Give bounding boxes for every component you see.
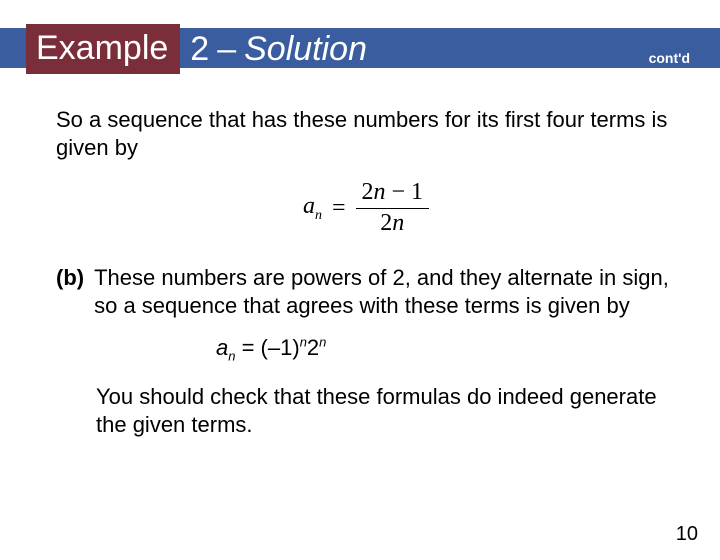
fraction-denominator: 2n: [374, 209, 410, 236]
equals-sign: =: [332, 193, 346, 224]
example-badge: Example: [26, 24, 180, 74]
fraction: 2n − 1 2n: [356, 180, 430, 235]
sup-n-2: n: [319, 335, 326, 350]
slide-body: So a sequence that has these numbers for…: [0, 78, 720, 439]
page-number: 10: [676, 523, 698, 546]
formula-b: an = (–1)n2n: [216, 335, 326, 360]
var-a-b: a: [216, 335, 228, 360]
example-number: 2: [190, 30, 209, 69]
two: 2: [307, 335, 319, 360]
slide-title: Example 2 – Solution: [26, 20, 367, 78]
formula-a: an = 2n − 1 2n: [303, 180, 429, 235]
eq-open: = (: [235, 335, 267, 360]
check-paragraph: You should check that these formulas do …: [56, 383, 676, 439]
neg-one-close: –1): [268, 335, 300, 360]
intro-paragraph: So a sequence that has these numbers for…: [56, 106, 676, 162]
title-dash: –: [217, 30, 236, 69]
contd-label: cont'd: [649, 50, 690, 66]
title-solution: Solution: [244, 30, 367, 69]
sub-n: n: [315, 208, 322, 223]
part-b: (b) These numbers are powers of 2, and t…: [56, 264, 676, 320]
formula-a-wrap: an = 2n − 1 2n: [56, 180, 676, 235]
formula-b-wrap: an = (–1)n2n: [56, 334, 676, 365]
sup-n-1: n: [300, 335, 307, 350]
var-a: a: [303, 193, 315, 219]
formula-a-lhs: an: [303, 191, 322, 225]
part-b-text: These numbers are powers of 2, and they …: [94, 264, 676, 320]
fraction-numerator: 2n − 1: [356, 180, 430, 208]
slide-header: Example 2 – Solution cont'd: [0, 20, 720, 78]
part-b-label: (b): [56, 264, 84, 320]
title-rest: 2 – Solution: [190, 30, 367, 69]
